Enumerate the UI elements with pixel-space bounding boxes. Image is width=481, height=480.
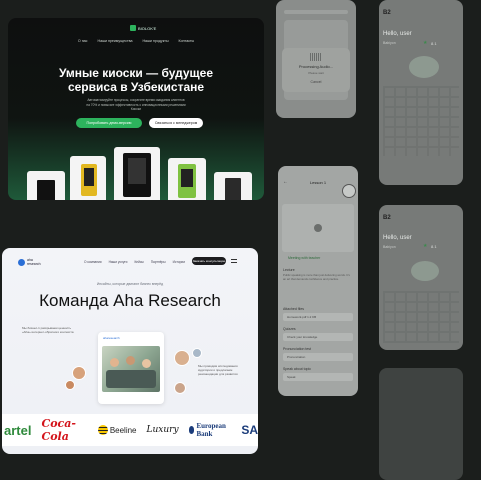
kiosk-nav-advantages[interactable]: Наши преимущества (97, 39, 132, 43)
avatar (174, 382, 186, 394)
aha-consult-button[interactable]: Заказать консультацию (192, 257, 226, 265)
phone-home-screen-2: B2 Hello, user Babiyon ★ 8.1 (379, 205, 463, 350)
attached-label: Attached files (283, 307, 305, 311)
illustration (411, 261, 439, 281)
kiosk-device-5 (214, 172, 252, 200)
aha-nav-partners[interactable]: Партнёры (151, 260, 166, 264)
file-item[interactable]: Homework.pdf 1.2 KB (283, 313, 353, 321)
kiosk-landing-card: BIOLOK'E О нас Наши преимущества Наши пр… (8, 18, 264, 200)
meeting-link[interactable]: Meeting with teacher (288, 256, 320, 260)
greeting: Hello, user (383, 235, 412, 241)
aha-photo-logo: aharesearch (103, 336, 120, 340)
pronunciation-item[interactable]: Pronunciation (283, 353, 353, 361)
aha-nav-stories[interactable]: Истории (173, 260, 185, 264)
kiosk-nav-contacts[interactable]: Контакты (179, 39, 195, 43)
play-icon[interactable] (314, 224, 322, 232)
cancel-button[interactable]: Cancel (282, 80, 350, 84)
avatar (174, 350, 190, 366)
brand-cocacola: Coca-Cola (41, 417, 76, 443)
brand-sa: SA (241, 423, 258, 437)
user-name: Babiyon (383, 245, 396, 249)
processing-title: Processing Audio... (298, 64, 334, 69)
aha-menu-icon[interactable] (231, 259, 237, 263)
speak-item[interactable]: Speak (283, 373, 353, 381)
kiosk-hero-subtitle: Автоматизируйте процессы, сократите врем… (86, 98, 186, 111)
aha-nav-services[interactable]: Наши услуги (109, 260, 128, 264)
kiosk-logo-icon (130, 25, 136, 31)
quizzes-label: Quizzes (283, 327, 296, 331)
aha-nav: О компании Наши услуги Кейсы Партнёры Ис… (84, 260, 206, 264)
brand-beeline: Beeline (97, 425, 137, 435)
aha-nav-company[interactable]: О компании (84, 260, 102, 264)
greeting: Hello, user (383, 31, 412, 37)
kiosk-nav: О нас Наши преимущества Наши продукты Ко… (8, 39, 264, 43)
brand-logos: artel Coca-Cola Beeline Luxury European … (2, 414, 258, 446)
kiosk-logo[interactable]: BIOLOK'E (130, 25, 156, 31)
contact-manager-button[interactable]: Связаться с менеджером (149, 118, 203, 128)
score: 8.1 (431, 244, 437, 249)
avatar (192, 348, 202, 358)
calendar (383, 291, 459, 343)
star-icon: ★ (423, 243, 428, 249)
calendar (383, 86, 459, 156)
lecture-label: Lecture (283, 268, 295, 272)
lecture-text: Public speaking is more than just delive… (283, 273, 350, 281)
processing-subtitle: Please wait (308, 71, 324, 75)
phone-lesson-screen: ← Lesson 1 Meeting with teacher Lecture … (278, 166, 358, 396)
score: 8.1 (431, 41, 437, 46)
beeline-logo-icon (97, 425, 108, 435)
demo-button[interactable]: Попробовать демо-версию (76, 118, 142, 128)
speak-label: Speak about topic (283, 367, 312, 371)
robot-icon (342, 184, 356, 198)
kiosk-device-1 (27, 171, 65, 200)
aha-logo[interactable]: aha research (18, 258, 41, 266)
level-badge: B2 (383, 215, 391, 221)
aha-left-note: Мы бизнес-1 раскрываем ценность «Aha» ин… (22, 326, 74, 334)
aha-logo-icon (18, 258, 25, 266)
video-player[interactable] (282, 204, 354, 252)
aha-title: Команда Aha Research (39, 291, 221, 310)
brand-artel: artel (4, 422, 32, 438)
illustration (409, 56, 439, 78)
pronunciation-label: Pronunciation test (283, 347, 312, 351)
waveform-icon (310, 53, 322, 61)
kiosk-device-3 (114, 147, 160, 200)
phone-home-screen-1: B2 Hello, user Babiyon ★ 8.1 (379, 0, 463, 185)
avatar (65, 380, 75, 390)
kiosk-nav-products[interactable]: Наши продукты (142, 39, 168, 43)
avatar (72, 366, 86, 380)
phone-processing-screen: Processing Audio... Please wait Cancel (276, 0, 356, 118)
ebrd-logo-icon (188, 426, 195, 434)
user-name: Babiyon (383, 41, 396, 45)
processing-dialog: Processing Audio... Please wait Cancel (282, 48, 350, 92)
aha-right-note: Мы проводим исследования аудитории и пре… (198, 364, 238, 376)
kiosk-nav-about[interactable]: О нас (78, 39, 88, 43)
quiz-item[interactable]: Check your knowledge (283, 333, 353, 341)
aha-team-photo: aharesearch (98, 332, 164, 404)
aha-nav-cases[interactable]: Кейсы (134, 260, 143, 264)
star-icon: ★ (423, 40, 428, 46)
kiosk-hero-title: Умные киоски — будущее сервиса в Узбекист… (58, 66, 214, 94)
phone-blank-screen (379, 368, 463, 480)
kiosk-device-2 (70, 156, 106, 200)
aha-kicker: Инсайты, которые двигают бизнес вперёд (96, 282, 164, 286)
aha-research-card: aha research О компании Наши услуги Кейсы… (2, 248, 258, 454)
level-badge: B2 (383, 10, 391, 16)
brand-luxury: Luxury (146, 425, 179, 435)
kiosk-device-4 (168, 158, 206, 200)
brand-european-bank: European Bank (188, 422, 232, 438)
